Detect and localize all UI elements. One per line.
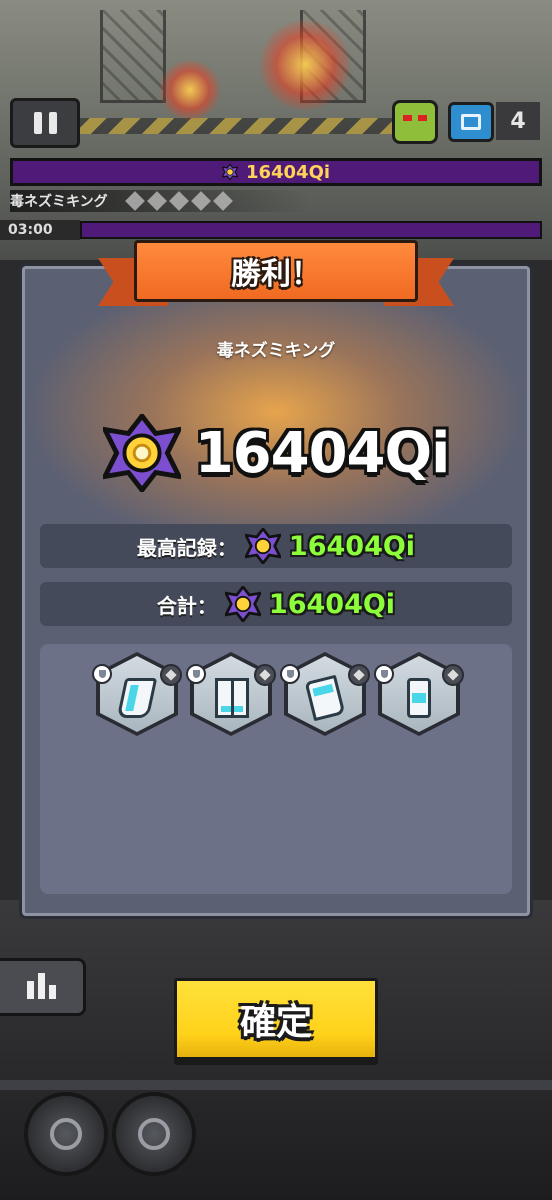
bar-chart-icon (27, 981, 34, 999)
boss-face-icon (392, 100, 438, 144)
block-badge-icon (254, 664, 276, 686)
explosion-effect (260, 20, 350, 110)
trait-icon (168, 191, 189, 211)
chest-icon (448, 102, 494, 142)
energy-orb-icon (224, 586, 261, 622)
energy-orb-icon (221, 164, 238, 180)
explosion-effect (160, 60, 220, 120)
trait-icon (212, 191, 233, 211)
trait-icon (190, 191, 211, 211)
score-value: 16404Qi (194, 420, 451, 486)
shield-icon (186, 664, 206, 684)
boss-name-row: 毒ネズミキング (10, 190, 310, 212)
skill-button[interactable] (112, 1092, 196, 1176)
best-record-value: 16404Qi (288, 530, 416, 562)
pause-icon (48, 112, 57, 134)
pause-button[interactable] (10, 98, 80, 148)
hazard-stripe (60, 118, 430, 134)
boss-hp-value: 16404Qi (245, 161, 331, 183)
stats-button[interactable] (0, 958, 86, 1016)
pause-icon (33, 112, 42, 134)
reward-item[interactable] (280, 648, 370, 736)
score-row: 16404Qi (22, 408, 530, 498)
steel-truss (100, 10, 166, 103)
floor-rail (0, 1080, 552, 1090)
confirm-label: 確定 (239, 1002, 312, 1043)
victory-title: 勝利！ (231, 257, 321, 292)
stage-name: 毒ネズミキング (216, 341, 336, 361)
timer-text: 03:00 (0, 220, 80, 240)
victory-ribbon: 勝利！ (134, 240, 418, 302)
boss-name: 毒ネズミキング (10, 194, 108, 210)
leg-armor-icon (215, 678, 249, 718)
total-value: 16404Qi (268, 588, 396, 620)
total-row: 合計： 16404Qi (40, 582, 512, 626)
shield-icon (92, 664, 112, 684)
energy-orb-icon (102, 414, 181, 492)
energy-orb-icon (244, 528, 281, 564)
confirm-button[interactable]: 確定 (174, 978, 378, 1060)
blade-badge-icon (348, 664, 370, 686)
timer-row: 03:00 (0, 220, 552, 240)
shield-icon (280, 664, 300, 684)
best-record-row: 最高記録： 16404Qi (40, 524, 512, 568)
timer-bar (80, 221, 542, 239)
capsule-module-icon (407, 678, 431, 718)
reward-item[interactable] (374, 648, 464, 736)
best-record-label: 最高記録： (136, 535, 237, 560)
target-badge-icon (442, 664, 464, 686)
chest-count: 4 (496, 102, 540, 140)
boss-hp-bar: 16404Qi (10, 158, 542, 186)
reward-item[interactable] (186, 648, 276, 736)
total-label: 合計： (156, 593, 217, 618)
trait-icon (124, 191, 145, 211)
reward-item[interactable] (92, 648, 182, 736)
shield-icon (374, 664, 394, 684)
skill-button[interactable] (24, 1092, 108, 1176)
blade-badge-icon (160, 664, 182, 686)
trait-icon (146, 191, 167, 211)
